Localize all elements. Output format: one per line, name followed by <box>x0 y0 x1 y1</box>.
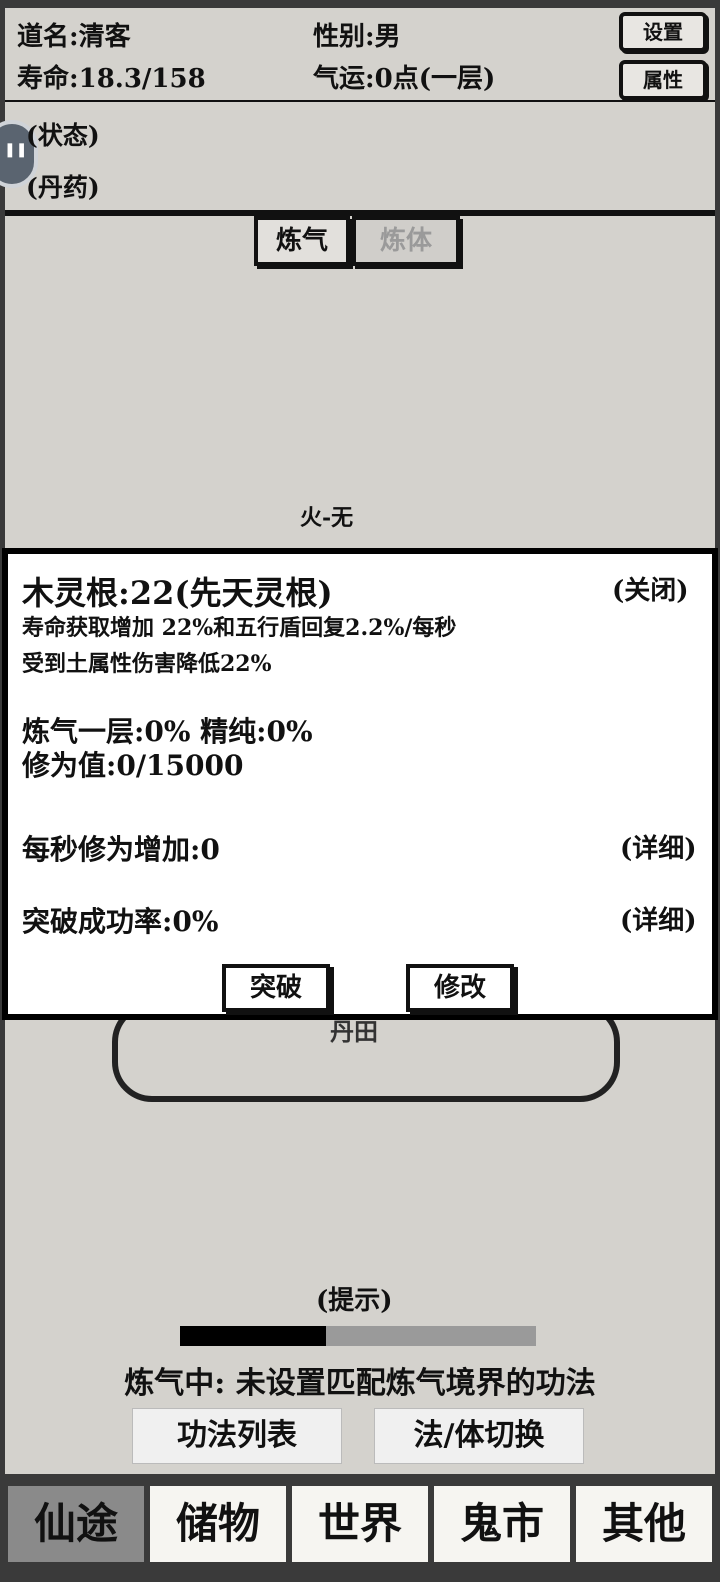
cultivation-progress-fill <box>180 1326 326 1346</box>
nav-xiantu[interactable]: 仙途 <box>8 1486 144 1562</box>
nav-storage[interactable]: 储物 <box>150 1486 286 1562</box>
cultivation-value: 修为值:0/15000 <box>22 749 244 782</box>
detail-link-breakthrough[interactable]: (详细) <box>620 900 697 937</box>
fire-element-label: 火-无 <box>300 505 354 531</box>
attributes-button[interactable]: 属性 <box>619 60 707 100</box>
character-header: 道名:清客 性别:男 寿命:18.3/158 气运:0点(一层) 设置 属性 <box>5 8 715 100</box>
close-link[interactable]: (关闭) <box>612 570 689 607</box>
training-status: 炼气中: 未设置匹配炼气境界的功法 <box>124 1366 596 1401</box>
gender: 性别:男 <box>313 22 401 52</box>
nav-other[interactable]: 其他 <box>576 1486 712 1562</box>
spirit-root-panel: 木灵根:22(先天灵根) (关闭) 寿命获取增加 22%和五行盾回复2.2%/每… <box>2 548 718 1020</box>
settings-button[interactable]: 设置 <box>619 12 707 52</box>
breakthrough-rate: 突破成功率:0% <box>22 905 219 938</box>
technique-list-button[interactable]: 功法列表 <box>132 1408 342 1464</box>
hint-link[interactable]: (提示) <box>316 1280 393 1317</box>
luck: 气运:0点(一层) <box>313 64 496 94</box>
bottom-nav: 仙途 储物 世界 鬼市 其他 <box>0 1474 720 1582</box>
spirit-root-title: 木灵根:22(先天灵根) <box>22 574 333 612</box>
root-effect-2: 受到土属性伤害降低22% <box>22 651 272 677</box>
nav-world[interactable]: 世界 <box>292 1486 428 1562</box>
cultivation-per-second: 每秒修为增加:0 <box>22 833 220 866</box>
modify-button[interactable]: 修改 <box>406 964 514 1012</box>
switch-mode-button[interactable]: 法/体切换 <box>374 1408 584 1464</box>
header-divider <box>5 100 715 102</box>
cultivation-progress-bar <box>180 1326 536 1346</box>
breakthrough-button[interactable]: 突破 <box>222 964 330 1012</box>
pill-link[interactable]: (丹药) <box>26 168 100 204</box>
nav-ghost-market[interactable]: 鬼市 <box>434 1486 570 1562</box>
detail-link-rate[interactable]: (详细) <box>620 828 697 865</box>
tab-body-refining[interactable]: 炼体 <box>352 216 460 266</box>
tab-qi-refining[interactable]: 炼气 <box>254 216 350 266</box>
lifespan: 寿命:18.3/158 <box>17 64 206 94</box>
top-border <box>0 0 720 8</box>
root-effect-1: 寿命获取增加 22%和五行盾回复2.2%/每秒 <box>22 615 457 641</box>
daoist-name: 道名:清客 <box>17 22 131 52</box>
state-link[interactable]: (状态) <box>26 116 100 152</box>
